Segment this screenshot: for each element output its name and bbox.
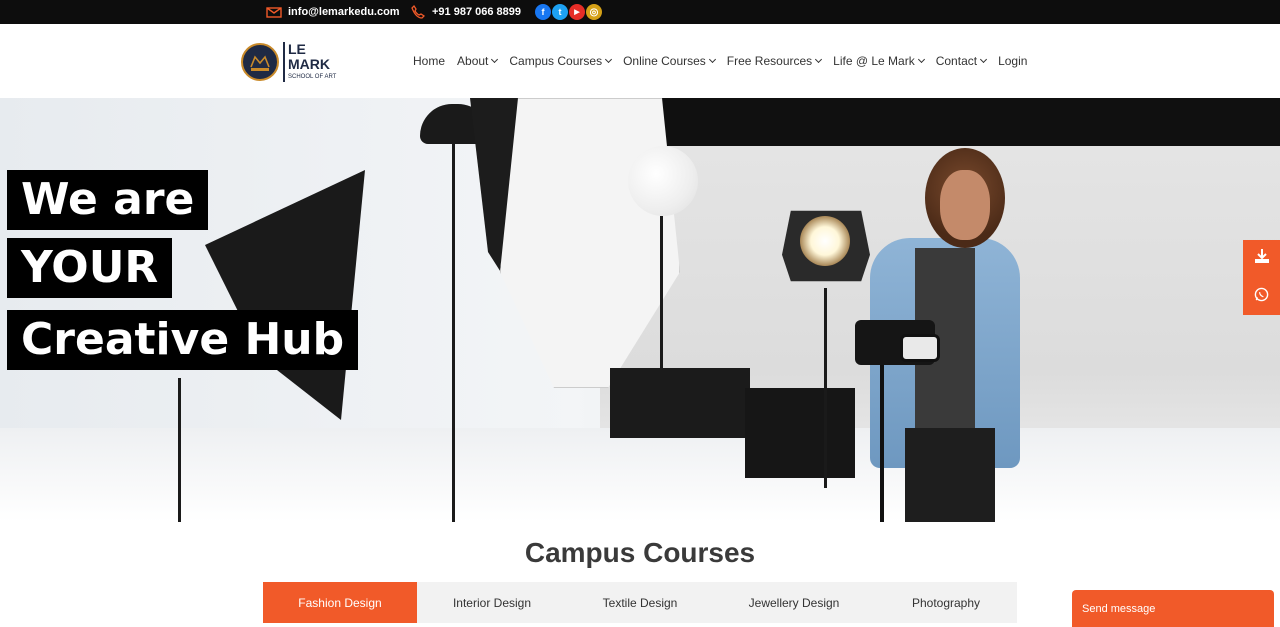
hero-photo-stand [824, 288, 827, 488]
hero-headline-line: Creative Hub [7, 310, 359, 370]
nav-item-free-resources[interactable]: Free Resources [726, 54, 823, 68]
chevron-down-icon [708, 55, 716, 64]
send-message-button[interactable]: Send message [1072, 590, 1274, 627]
nav-item-label: Campus Courses [509, 54, 603, 68]
hero-banner: We are YOUR Creative Hub [0, 98, 1280, 522]
hero-photo-cases [745, 388, 855, 478]
hero-photo-stand [178, 378, 181, 522]
chevron-down-icon [815, 55, 823, 64]
nav-item-label: Contact [935, 54, 978, 68]
whatsapp-button[interactable] [1243, 278, 1280, 315]
nav-item-label: Home [413, 54, 446, 68]
hero-photo-globe-light [628, 146, 698, 216]
phone-text[interactable]: +91 987 066 8899 [432, 6, 521, 18]
nav-item-contact[interactable]: Contact [935, 54, 988, 68]
nav-item-label: Online Courses [623, 54, 706, 68]
nav-item-label: Free Resources [726, 54, 813, 68]
nav-item-about[interactable]: About [457, 54, 499, 68]
hero-photo-cases [610, 368, 750, 438]
logo-tagline: SCHOOL OF ART [288, 74, 337, 80]
hero-photo-person-legs [905, 428, 995, 522]
logo-text-line2: MARK [288, 56, 330, 72]
logo-text-line1: LE [288, 41, 306, 57]
nav-item-life-at-le-mark[interactable]: Life @ Le Mark [833, 54, 925, 68]
tab-photography[interactable]: Photography [875, 582, 1017, 623]
youtube-icon[interactable]: ▶ [569, 4, 585, 20]
download-icon [1254, 248, 1270, 269]
nav-item-label: Login [998, 54, 1028, 68]
nav-item-home[interactable]: Home [413, 54, 445, 68]
tab-jewellery-design[interactable]: Jewellery Design [713, 582, 875, 623]
chevron-down-icon [605, 55, 613, 64]
hero-photo-tripod [880, 363, 884, 522]
section-title-campus-courses: Campus Courses [524, 537, 756, 568]
nav-item-campus-courses[interactable]: Campus Courses [509, 54, 613, 68]
logo-divider [283, 42, 285, 82]
logo[interactable]: LE MARK SCHOOL OF ART [241, 42, 341, 84]
hero-photo-spotlight-glow [800, 216, 850, 266]
hero-photo-lens [900, 334, 940, 362]
tab-textile-design[interactable]: Textile Design [567, 582, 713, 623]
facebook-icon[interactable]: f [535, 4, 551, 20]
hero-photo-stand [452, 138, 455, 522]
nav-item-label: Life @ Le Mark [833, 54, 915, 68]
email-contact[interactable]: info@lemarkedu.com [266, 0, 400, 24]
hero-photo-softbox [205, 170, 365, 420]
nav-item-login[interactable]: Login [998, 54, 1027, 68]
tab-fashion-design[interactable]: Fashion Design [263, 582, 417, 623]
hero-photo-floor [0, 428, 1280, 522]
nav-item-label: About [457, 54, 489, 68]
hero-headline-line: YOUR [7, 238, 173, 298]
whatsapp-icon [1254, 287, 1269, 307]
floating-action-bar [1243, 240, 1280, 315]
nav-item-online-courses[interactable]: Online Courses [623, 54, 716, 68]
logo-emblem-icon [241, 43, 279, 81]
top-bar: info@lemarkedu.com +91 987 066 8899 f t … [0, 0, 1280, 24]
chevron-down-icon [980, 55, 988, 64]
chevron-down-icon [917, 55, 925, 64]
hero-photo-person-face [940, 170, 990, 240]
main-nav: Home About Campus Courses Online Courses… [413, 24, 1039, 98]
hero-photo-backdrop [660, 98, 1280, 146]
phone-icon [410, 4, 426, 20]
phone-contact[interactable]: +91 987 066 8899 [410, 0, 521, 24]
site-header: LE MARK SCHOOL OF ART Home About Campus … [0, 24, 1280, 98]
twitter-icon[interactable]: t [552, 4, 568, 20]
chevron-down-icon [491, 55, 499, 64]
instagram-icon[interactable]: ◎ [586, 4, 602, 20]
hero-headline-line: We are [7, 170, 209, 230]
download-button[interactable] [1243, 240, 1280, 277]
social-links: f t ▶ ◎ [535, 4, 603, 20]
tab-interior-design[interactable]: Interior Design [417, 582, 567, 623]
course-tabs: Fashion Design Interior Design Textile D… [263, 582, 1017, 623]
email-text[interactable]: info@lemarkedu.com [288, 6, 400, 18]
envelope-icon [266, 4, 282, 20]
